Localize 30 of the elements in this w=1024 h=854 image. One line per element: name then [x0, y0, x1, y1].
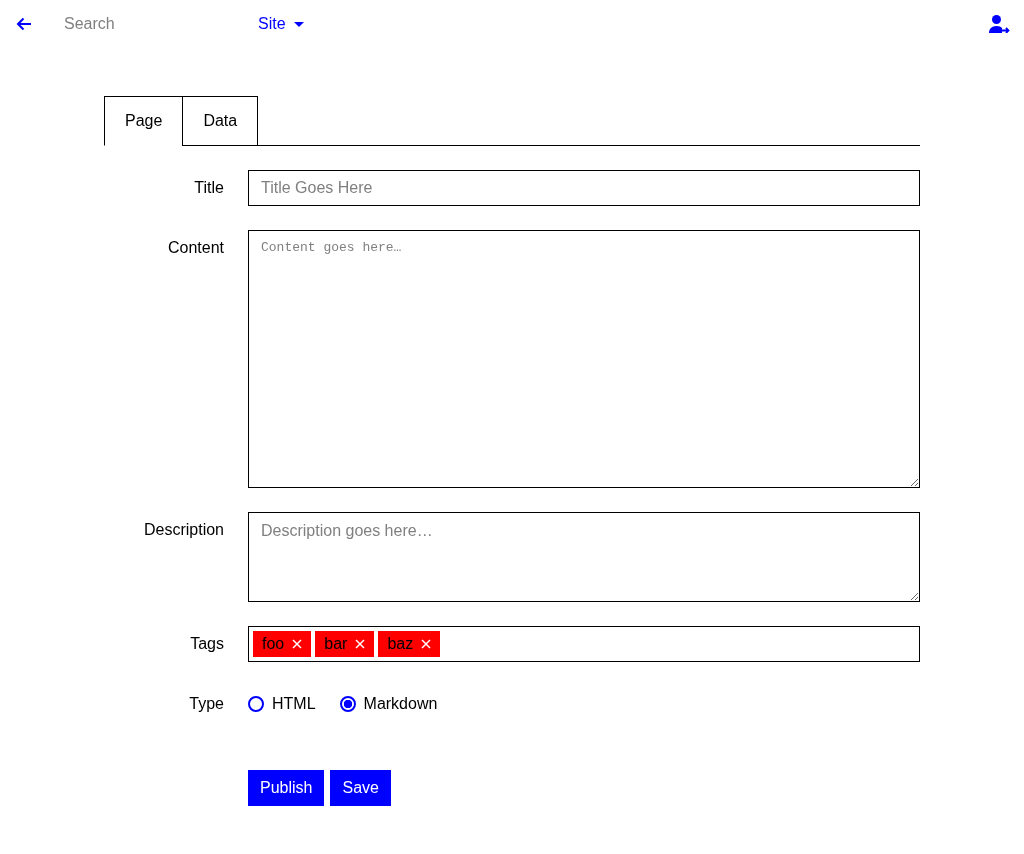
option-label: HTML — [272, 695, 316, 713]
radio-button[interactable] — [248, 696, 264, 712]
description-textarea[interactable]: Description goes here… — [248, 512, 920, 602]
tab[interactable]: Data — [182, 96, 259, 146]
person-arrow-icon — [989, 15, 1010, 33]
remove-tag-button[interactable] — [421, 639, 432, 649]
title-input[interactable]: Title Goes Here — [248, 170, 920, 206]
content-textarea[interactable]: Content goes here… — [248, 230, 920, 488]
tags-field[interactable]: foo bar baz — [248, 626, 920, 662]
site-menu-button[interactable]: Site — [258, 12, 304, 36]
field-label: Content — [166, 238, 224, 258]
publish-button[interactable]: Publish — [248, 770, 325, 806]
tag-label: bar — [324, 635, 348, 653]
field-label: Title — [193, 178, 224, 198]
arrow-left-icon — [16, 17, 32, 31]
field-label: Description — [142, 520, 224, 540]
tag-label: foo — [262, 635, 285, 653]
remove-tag-button[interactable] — [292, 639, 303, 649]
caret-down-icon — [293, 21, 304, 27]
tab[interactable]: Page — [104, 96, 184, 146]
save-button[interactable]: Save — [330, 770, 391, 806]
close-icon — [292, 639, 303, 649]
close-icon — [421, 639, 432, 649]
radio-button[interactable] — [339, 696, 356, 712]
field-label: Tags — [189, 634, 224, 654]
field-label: Type — [188, 694, 224, 714]
tag-label: baz — [387, 635, 414, 653]
option-label: Markdown — [363, 695, 438, 713]
close-icon — [355, 639, 366, 649]
remove-tag-button[interactable] — [355, 639, 366, 649]
